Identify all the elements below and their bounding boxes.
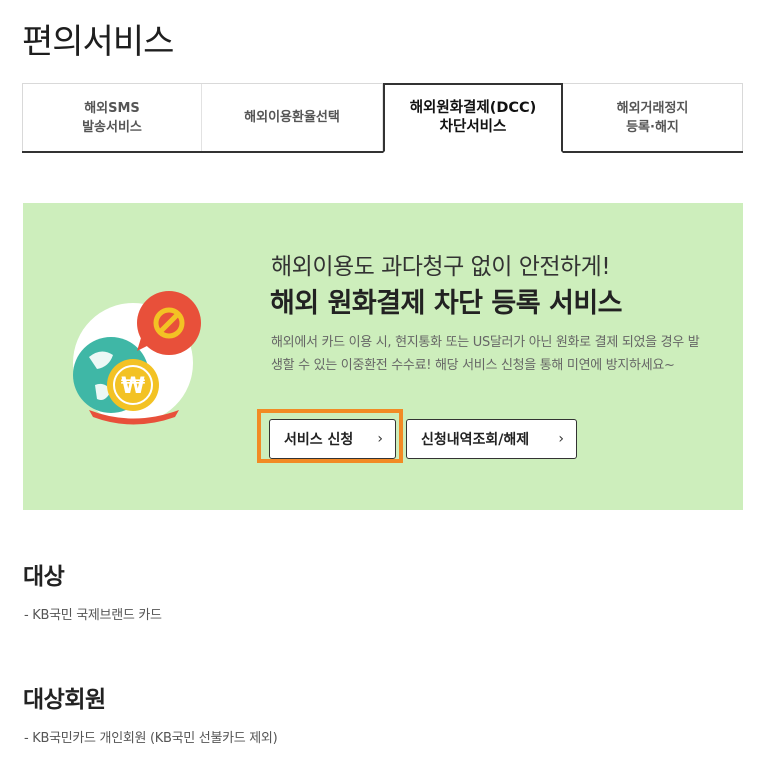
service-apply-label: 서비스 신청 [284,432,354,448]
dcc-illustration: ₩ [73,291,201,425]
inquiry-cancel-label: 신청내역조회/해제 [421,432,530,448]
tab-bar: 해외SMS 발송서비스 해외이용환율선택 해외원화결제(DCC) 차단서비스 해… [22,83,743,153]
svg-text:₩: ₩ [121,374,145,399]
tab-exchange-rate[interactable]: 해외이용환율선택 [202,84,383,151]
banner-subtitle: 해외이용도 과다청구 없이 안전하게! [271,254,611,280]
chevron-right-icon: › [558,431,564,447]
target-title: 대상 [23,564,65,590]
banner-description: 해외에서 카드 이용 시, 현지통화 또는 US달러가 아닌 원화로 결제 되었… [271,335,700,373]
service-apply-button[interactable]: 서비스 신청 › [269,419,396,459]
won-coin-icon: ₩ [107,359,159,411]
page-title: 편의서비스 [22,22,174,62]
chevron-right-icon: › [377,431,383,447]
tab-overseas-sms[interactable]: 해외SMS 발송서비스 [22,84,202,151]
banner-title: 해외 원화결제 차단 등록 서비스 [270,288,623,319]
tab-dcc-block[interactable]: 해외원화결제(DCC) 차단서비스 [383,83,563,153]
dcc-banner: ₩ 해외이용도 과다청구 없이 안전하게! 해외 원화결제 차단 등록 서비스 … [23,203,743,510]
tab-transaction-suspend[interactable]: 해외거래정지 등록·해지 [563,84,743,151]
members-text: - KB국민카드 개인회원 (KB국민 선불카드 제외) [24,731,278,746]
target-text: - KB국민 국제브랜드 카드 [24,608,162,623]
ban-icon [137,291,201,355]
inquiry-cancel-button[interactable]: 신청내역조회/해제 › [406,419,577,459]
members-title: 대상회원 [23,687,106,713]
